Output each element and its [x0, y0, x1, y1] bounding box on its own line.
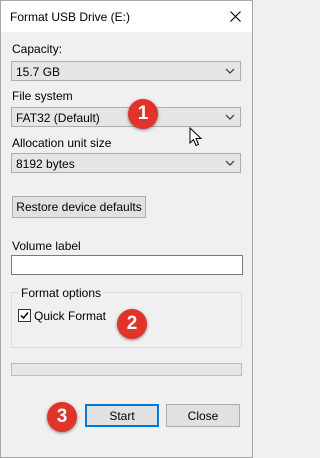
- allocation-unit-label: Allocation unit size: [12, 136, 112, 150]
- close-button[interactable]: Close: [166, 404, 240, 427]
- volume-label-label: Volume label: [12, 239, 81, 253]
- file-system-value: FAT32 (Default): [16, 111, 100, 125]
- capacity-value: 15.7 GB: [16, 65, 61, 79]
- capacity-select[interactable]: 15.7 GB: [11, 61, 241, 81]
- file-system-label: File system: [12, 89, 73, 103]
- annotation-badge-1: 1: [128, 99, 158, 129]
- window-title: Format USB Drive (E:): [10, 10, 131, 24]
- quick-format-checkbox[interactable]: [18, 309, 31, 322]
- format-progress-bar: [11, 363, 242, 376]
- file-system-select[interactable]: FAT32 (Default): [11, 107, 241, 127]
- mouse-cursor-icon: [189, 127, 203, 147]
- close-window-button[interactable]: [218, 1, 252, 32]
- checkmark-icon: [20, 312, 29, 320]
- format-options-title: Format options: [18, 286, 105, 300]
- chevron-down-icon: [225, 68, 235, 74]
- annotation-badge-2: 2: [117, 309, 147, 339]
- chevron-down-icon: [225, 114, 235, 120]
- allocation-unit-value: 8192 bytes: [16, 157, 75, 171]
- chevron-down-icon: [225, 160, 235, 166]
- start-button[interactable]: Start: [85, 404, 159, 427]
- quick-format-label[interactable]: Quick Format: [34, 309, 106, 323]
- allocation-unit-select[interactable]: 8192 bytes: [11, 153, 241, 173]
- capacity-label: Capacity:: [12, 42, 63, 56]
- annotation-badge-3: 3: [47, 402, 77, 432]
- title-bar: Format USB Drive (E:): [1, 1, 252, 32]
- restore-defaults-button[interactable]: Restore device defaults: [12, 196, 146, 218]
- volume-label-input[interactable]: [11, 255, 243, 275]
- close-icon: [229, 11, 241, 22]
